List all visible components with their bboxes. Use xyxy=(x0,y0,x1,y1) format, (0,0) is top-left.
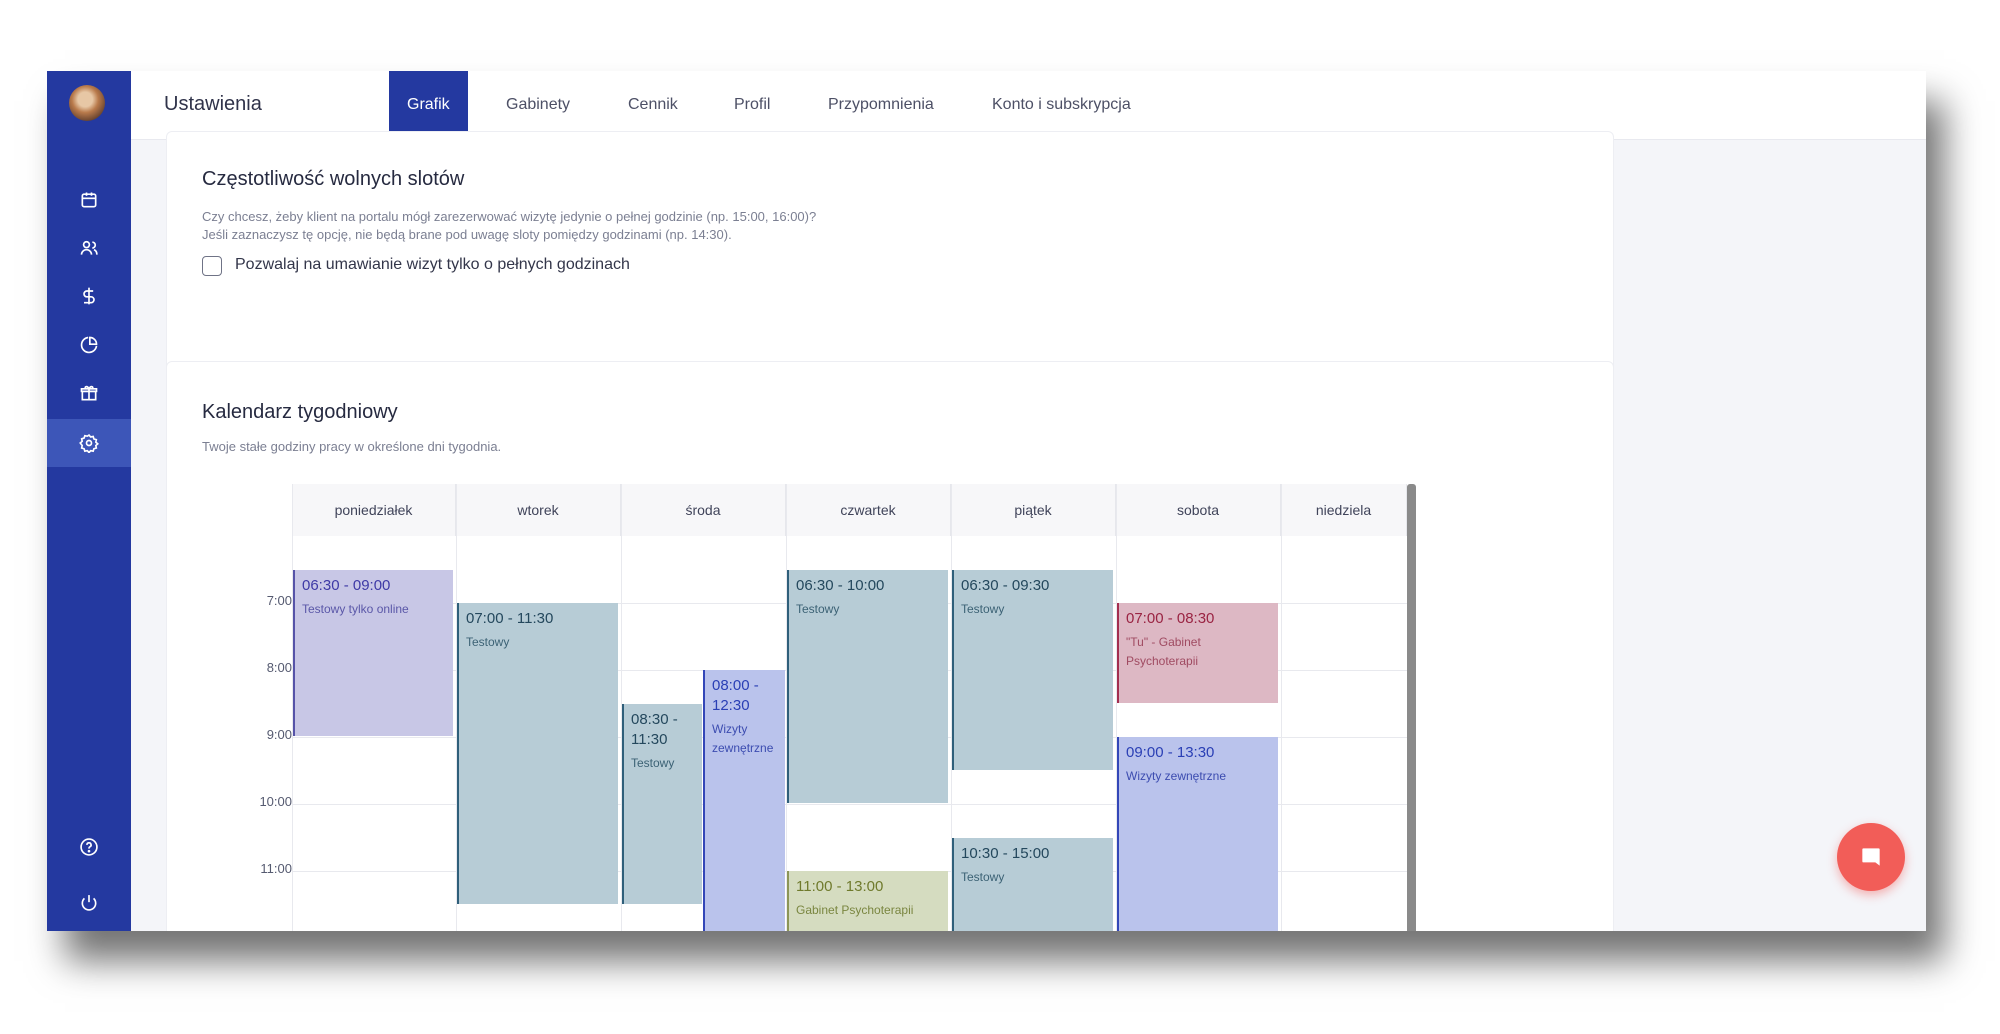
avatar[interactable] xyxy=(69,85,105,121)
page-title: Ustawienia xyxy=(164,93,262,115)
users-icon[interactable] xyxy=(47,224,131,272)
day-header-tuesday: wtorek xyxy=(456,484,621,536)
chat-button[interactable] xyxy=(1837,823,1905,891)
event-time: 07:00 - 08:30 xyxy=(1126,610,1215,627)
event-time: 10:30 - 15:00 xyxy=(961,844,1050,862)
calendar-event[interactable]: 09:00 - 13:30 Wizyty zewnętrzne xyxy=(1117,737,1278,931)
event-label: Wizyty zewnętrzne xyxy=(712,722,774,755)
calendar-event[interactable]: 11:00 - 13:00 Gabinet Psychoterapii xyxy=(787,871,948,931)
top-bar: Ustawienia Grafik Gabinety Cennik Profil… xyxy=(131,71,1926,141)
hour-label: 8:00 xyxy=(266,660,292,675)
event-time: 08:30 - 11:30 xyxy=(631,710,678,748)
event-label: Gabinet Psychoterapii xyxy=(796,903,914,917)
event-time: 11:00 - 13:00 xyxy=(796,878,884,895)
sidebar xyxy=(47,71,131,931)
pie-chart-icon[interactable] xyxy=(47,321,131,369)
calendar-event[interactable]: 07:00 - 08:30 "Tu" - Gabinet Psychoterapi… xyxy=(1117,603,1278,703)
event-label: Testowy xyxy=(961,869,1005,884)
calendar-event[interactable]: 06:30 - 10:00 Testowy xyxy=(787,569,948,803)
weekly-calendar-card: Kalendarz tygodniowy Twoje stałe godziny… xyxy=(166,361,1614,931)
event-label: Wizyty zewnętrzne xyxy=(1126,769,1227,783)
event-label: Testowy xyxy=(631,755,675,770)
calendar-event[interactable]: 10:30 - 15:00 Testowy xyxy=(952,837,1113,931)
hour-label: 9:00 xyxy=(266,727,292,742)
chat-bubble-icon xyxy=(1862,848,1880,866)
weekly-calendar: poniedziałek wtorek środa czwartek piąte… xyxy=(254,484,1416,931)
event-time: 06:30 - 09:00 xyxy=(302,576,391,594)
calendar-event[interactable]: 07:00 - 11:30 Testowy xyxy=(457,603,618,904)
day-header-thursday: czwartek xyxy=(786,484,951,536)
hour-label: 7:00 xyxy=(266,593,292,608)
day-header-saturday: sobota xyxy=(1116,484,1281,536)
slots-description-2: Jeśli zaznaczysz tę opcję, nie będą bran… xyxy=(202,227,732,242)
gift-icon[interactable] xyxy=(47,369,131,417)
app-window: Ustawienia Grafik Gabinety Cennik Profil… xyxy=(47,71,1926,931)
event-label: Testowy tylko online xyxy=(302,601,409,616)
slots-title: Częstotliwość wolnych slotów xyxy=(202,168,465,190)
calendar-title: Kalendarz tygodniowy xyxy=(202,401,398,423)
slots-description-1: Czy chcesz, żeby klient na portalu mógł … xyxy=(202,209,817,224)
day-header-monday: poniedziałek xyxy=(292,484,456,536)
hour-label: 11:00 xyxy=(260,861,292,876)
event-time: 06:30 - 10:00 xyxy=(796,576,885,594)
calendar-icon[interactable] xyxy=(47,176,131,224)
calendar-event[interactable]: 06:30 - 09:30 Testowy xyxy=(952,569,1113,770)
dollar-icon[interactable] xyxy=(47,272,131,320)
calendar-scrollbar[interactable] xyxy=(1407,484,1416,931)
event-label: Testowy xyxy=(796,601,840,616)
help-icon[interactable] xyxy=(47,823,131,871)
day-header-friday: piątek xyxy=(951,484,1116,536)
event-time: 07:00 - 11:30 xyxy=(466,610,554,627)
calendar-description: Twoje stałe godziny pracy w określone dn… xyxy=(202,439,502,454)
event-time: 09:00 - 13:30 xyxy=(1126,744,1215,761)
event-label: Testowy xyxy=(961,601,1005,616)
day-header-wednesday: środa xyxy=(621,484,786,536)
slots-frequency-card: Częstotliwość wolnych slotów Czy chcesz,… xyxy=(166,131,1614,396)
gear-icon[interactable] xyxy=(47,419,131,467)
full-hours-checkbox[interactable] xyxy=(202,256,222,276)
calendar-event[interactable]: 08:00 - 12:30 Wizyty zewnętrzne xyxy=(703,670,785,931)
day-header-sunday: niedziela xyxy=(1281,484,1407,536)
event-time: 08:00 - 12:30 xyxy=(712,677,759,714)
day-column-divider xyxy=(1281,484,1282,931)
hour-label: 10:00 xyxy=(259,794,292,809)
full-hours-checkbox-label[interactable]: Pozwalaj na umawianie wizyt tylko o pełn… xyxy=(235,256,630,274)
event-label: Testowy xyxy=(466,635,510,649)
power-icon[interactable] xyxy=(47,879,131,927)
calendar-event[interactable]: 06:30 - 09:00 Testowy tylko online xyxy=(293,569,453,736)
event-time: 06:30 - 09:30 xyxy=(961,576,1050,594)
calendar-event[interactable]: 08:30 - 11:30 Testowy xyxy=(622,703,702,904)
event-label: "Tu" - Gabinet Psychoterapii xyxy=(1126,635,1201,668)
